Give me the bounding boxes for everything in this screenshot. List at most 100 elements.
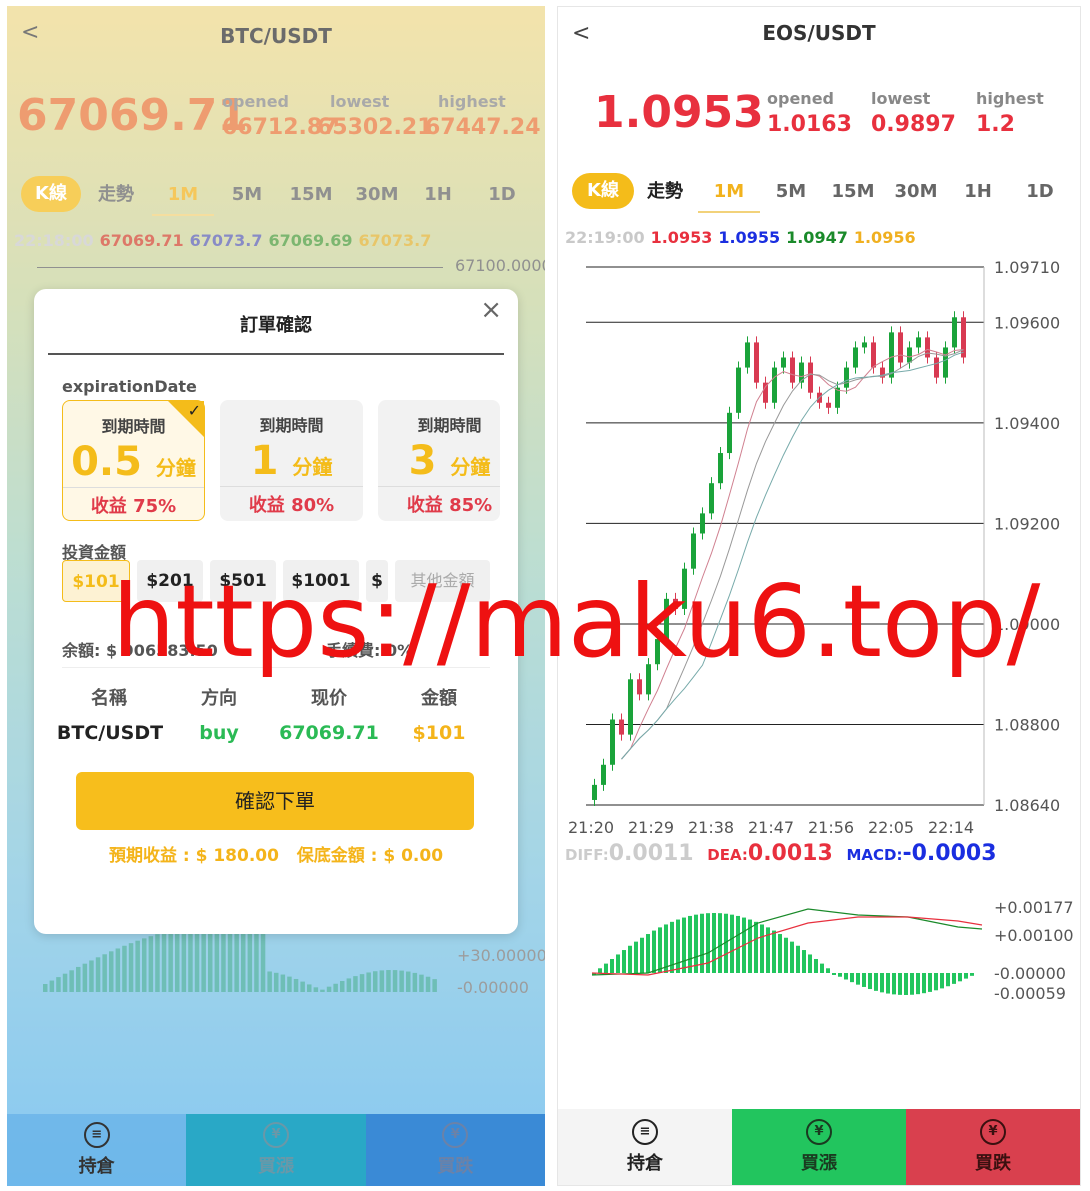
x-tick-label: 21:29	[628, 818, 674, 837]
macd-bar	[760, 924, 764, 973]
card-duration: 0.5 分鐘	[71, 439, 196, 485]
macd-bar	[796, 945, 800, 973]
y-tick-label: 1.08640	[994, 796, 1060, 815]
left-footer-bar: ≡ 持倉 ¥ 買漲 ¥ 買跌	[7, 1114, 545, 1186]
macd-bar	[772, 930, 776, 973]
candle	[853, 347, 858, 368]
right-header: < EOS/USDT	[558, 7, 1080, 63]
confirm-order-button[interactable]: 確認下單	[76, 772, 474, 830]
x-tick-label: 21:38	[688, 818, 734, 837]
candle	[907, 347, 912, 363]
macd-bar	[880, 973, 884, 993]
macd-bar	[664, 924, 668, 973]
candle	[754, 342, 759, 383]
expiry-card-0-5[interactable]: ✓ 到期時間 0.5 分鐘 收益 75%	[62, 400, 205, 521]
macd-bar	[736, 915, 740, 973]
candle	[601, 764, 606, 785]
header-amount: 金額	[421, 688, 457, 709]
macd-bar	[616, 954, 620, 973]
candle	[790, 357, 795, 383]
x-tick-label: 21:20	[568, 818, 614, 837]
positions-button[interactable]: ≡ 持倉	[558, 1109, 732, 1185]
candle	[610, 719, 615, 765]
candle	[628, 679, 633, 735]
coins-icon: ≡	[83, 1122, 110, 1148]
tab-1d[interactable]: 1D	[1018, 173, 1062, 213]
macd-bar	[622, 950, 626, 973]
candle	[637, 679, 642, 695]
macd-bar	[628, 945, 632, 973]
tab-5m[interactable]: 5M	[768, 173, 814, 213]
tab-kline[interactable]: K線	[572, 173, 634, 209]
macd-bar	[634, 941, 638, 973]
current-price: 1.0953	[594, 87, 764, 138]
candle	[745, 342, 750, 368]
check-icon: ✓	[187, 401, 201, 420]
macd-bar	[730, 914, 734, 973]
macd-bar	[874, 973, 878, 991]
candle	[709, 483, 714, 514]
right-footer-bar: ≡ 持倉 ¥ 買漲 ¥ 買跌	[558, 1109, 1080, 1185]
buy-down-button[interactable]: ¥ 買跌	[365, 1114, 545, 1186]
x-tick-label: 21:47	[748, 818, 794, 837]
macd-bar	[808, 954, 812, 973]
y-tick-label: 1.09600	[994, 313, 1060, 332]
ohlc-readout: 22:19:00 1.0953 1.0955 1.0947 1.0956	[565, 228, 916, 247]
macd-bar	[856, 973, 860, 985]
card-yield: 收益 85%	[378, 486, 500, 517]
macd-bar	[964, 973, 968, 979]
expiry-card-1[interactable]: 到期時間 1 分鐘 收益 80%	[220, 400, 363, 521]
candle	[781, 357, 786, 368]
buy-up-button[interactable]: ¥ 買漲	[186, 1114, 366, 1186]
row-price: 67069.71	[279, 722, 379, 744]
tab-trend[interactable]: 走勢	[640, 173, 690, 213]
tab-1m[interactable]: 1M	[698, 173, 760, 213]
row-direction: buy	[199, 722, 239, 744]
buy-up-button[interactable]: ¥ 買漲	[732, 1109, 906, 1185]
macd-tick-label: -0.00000	[994, 964, 1066, 983]
macd-bar	[688, 915, 692, 973]
yen-up-icon: ¥	[262, 1122, 289, 1148]
macd-bar	[904, 973, 908, 995]
yen-up-icon: ¥	[806, 1119, 832, 1145]
y-tick-label: 1.09200	[994, 514, 1060, 533]
macd-bar	[970, 973, 974, 976]
card-title: 到期時間	[259, 416, 324, 435]
macd-bar	[862, 973, 866, 987]
macd-bar	[718, 913, 722, 973]
macd-bar	[838, 973, 842, 977]
macd-bar	[916, 973, 920, 995]
candle	[871, 342, 876, 368]
card-yield: 收益 75%	[63, 487, 204, 518]
macd-bar	[928, 973, 932, 992]
macd-bar	[826, 968, 830, 973]
header-price: 现价	[311, 688, 347, 709]
macd-bar	[892, 973, 896, 995]
macd-bar	[910, 973, 914, 995]
tab-15m[interactable]: 15M	[826, 173, 880, 213]
moving-average-line	[621, 348, 964, 760]
tab-30m[interactable]: 30M	[888, 173, 944, 213]
close-icon[interactable]: ×	[480, 295, 502, 325]
candlestick-chart[interactable]: 1.097101.096001.094001.092001.090001.088…	[558, 247, 1081, 847]
y-tick-label: 1.09710	[994, 258, 1060, 277]
buy-down-button[interactable]: ¥ 買跌	[906, 1109, 1080, 1185]
candle	[961, 317, 966, 358]
macd-bar	[886, 973, 890, 994]
macd-bar	[658, 927, 662, 973]
divider	[48, 353, 504, 355]
candle	[772, 367, 777, 403]
macd-bar	[850, 973, 854, 983]
candle	[934, 357, 939, 378]
stat-opened: opened 1.0163	[767, 89, 852, 137]
candle	[808, 362, 813, 393]
yen-down-icon: ¥	[442, 1122, 469, 1148]
x-tick-label: 22:14	[928, 818, 974, 837]
macd-bar	[598, 968, 602, 973]
x-tick-label: 21:56	[808, 818, 854, 837]
macd-bar	[922, 973, 926, 994]
watermark-url: https://maku6.top/	[112, 563, 1041, 680]
tab-1h[interactable]: 1H	[956, 173, 1000, 213]
expiry-card-3[interactable]: 到期時間 3 分鐘 收益 85%	[378, 400, 500, 521]
positions-button[interactable]: ≡ 持倉	[7, 1114, 187, 1186]
